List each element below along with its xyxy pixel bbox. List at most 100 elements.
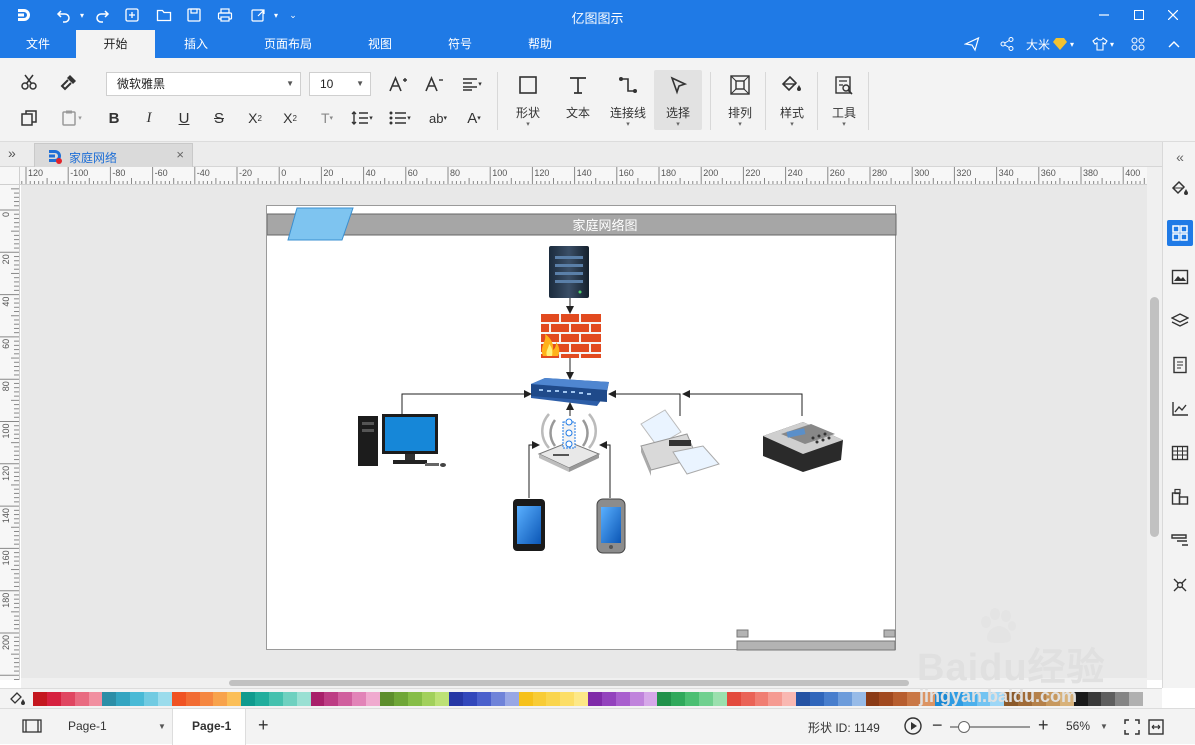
- color-swatch[interactable]: [130, 692, 144, 706]
- color-swatch[interactable]: [588, 692, 602, 706]
- document-tab[interactable]: 家庭网络 ×: [34, 143, 193, 167]
- connector-line[interactable]: [599, 441, 611, 498]
- connector-line[interactable]: [528, 441, 540, 498]
- table-panel-icon[interactable]: [1167, 440, 1193, 466]
- color-swatch[interactable]: [490, 692, 505, 706]
- color-swatch[interactable]: [241, 692, 255, 706]
- color-swatch[interactable]: [477, 692, 491, 706]
- color-swatch[interactable]: [574, 692, 588, 706]
- collapse-ribbon-icon[interactable]: [1164, 34, 1184, 54]
- connector-line[interactable]: [401, 390, 532, 415]
- italic-icon[interactable]: I: [137, 106, 161, 130]
- firewall-icon[interactable]: [541, 314, 601, 358]
- tab-page-layout[interactable]: 页面布局: [248, 30, 328, 58]
- copy-icon[interactable]: [17, 106, 41, 130]
- color-swatch[interactable]: [546, 692, 561, 706]
- bullet-list-icon[interactable]: ▾: [384, 106, 416, 130]
- color-swatch[interactable]: [157, 692, 172, 706]
- user-menu[interactable]: 大米 ▾: [1026, 34, 1086, 54]
- page-selector-dropdown-icon[interactable]: ▼: [158, 722, 166, 731]
- color-swatch[interactable]: [213, 692, 228, 706]
- line-spacing-icon[interactable]: ▾: [346, 106, 378, 130]
- text-case-icon[interactable]: T ▾: [311, 106, 343, 130]
- zoom-level[interactable]: 56%: [1066, 719, 1090, 733]
- drawing-canvas[interactable]: 家庭网络图: [21, 185, 1147, 678]
- fit-width-icon[interactable]: [1148, 719, 1164, 735]
- zoom-slider[interactable]: [950, 721, 1030, 733]
- fit-page-icon[interactable]: [1124, 719, 1140, 735]
- page-view-icon[interactable]: [22, 719, 42, 733]
- horizontal-scroll-thumb[interactable]: [229, 680, 909, 686]
- tools-button[interactable]: 工具 ▾: [820, 70, 868, 130]
- color-swatch[interactable]: [671, 692, 686, 706]
- share-icon[interactable]: [997, 34, 1017, 54]
- diagram-page[interactable]: 家庭网络图: [266, 205, 897, 651]
- collapse-panel-icon[interactable]: «: [1167, 144, 1193, 170]
- vertical-scrollbar[interactable]: [1147, 167, 1162, 680]
- tab-home[interactable]: 开始: [76, 30, 155, 58]
- minimize-button[interactable]: [1093, 4, 1115, 26]
- strikethrough-icon[interactable]: S: [207, 106, 231, 130]
- arrange-button[interactable]: 排列 ▾: [716, 70, 764, 130]
- color-swatch[interactable]: [227, 692, 242, 706]
- color-swatch[interactable]: [796, 692, 810, 706]
- color-swatch[interactable]: [782, 692, 797, 706]
- color-swatch[interactable]: [255, 692, 269, 706]
- zoom-in-icon[interactable]: +: [1038, 715, 1049, 736]
- color-swatch[interactable]: [366, 692, 380, 706]
- wireless-router-icon[interactable]: [537, 413, 601, 472]
- color-swatch[interactable]: [643, 692, 658, 706]
- close-window-button[interactable]: [1162, 4, 1184, 26]
- subscript-icon[interactable]: X2: [278, 106, 302, 130]
- text-highlight-icon[interactable]: ab ▾: [420, 106, 456, 130]
- align-text-icon[interactable]: ▾: [457, 72, 487, 96]
- printer-icon[interactable]: [640, 409, 720, 476]
- color-swatch[interactable]: [88, 692, 103, 706]
- network-switch-icon[interactable]: [531, 378, 609, 406]
- style-button[interactable]: 样式 ▾: [768, 70, 816, 130]
- color-swatch[interactable]: [851, 692, 866, 706]
- vertical-scroll-thumb[interactable]: [1150, 297, 1159, 537]
- color-swatch[interactable]: [379, 692, 394, 706]
- color-swatch[interactable]: [282, 692, 297, 706]
- color-swatch[interactable]: [421, 692, 436, 706]
- select-button[interactable]: 选择 ▾: [654, 70, 702, 130]
- underline-icon[interactable]: U: [172, 106, 196, 130]
- skin-icon[interactable]: ▾: [1088, 34, 1118, 54]
- color-swatch[interactable]: [601, 692, 616, 706]
- color-swatch[interactable]: [449, 692, 464, 706]
- connector-line[interactable]: [608, 390, 681, 416]
- organize-panel-icon[interactable]: [1167, 484, 1193, 510]
- zoom-out-icon[interactable]: −: [932, 715, 943, 736]
- color-swatch[interactable]: [310, 692, 325, 706]
- diagram-title[interactable]: 家庭网络图: [572, 218, 637, 233]
- library-panel-icon[interactable]: [1167, 220, 1193, 246]
- bold-icon[interactable]: B: [102, 106, 126, 130]
- title-parallelogram-shape[interactable]: [287, 207, 354, 241]
- color-swatch[interactable]: [60, 692, 75, 706]
- server-icon[interactable]: [549, 246, 589, 298]
- color-swatch[interactable]: [768, 692, 783, 706]
- color-swatch[interactable]: [823, 692, 838, 706]
- chart-panel-icon[interactable]: [1167, 396, 1193, 422]
- color-swatch[interactable]: [615, 692, 630, 706]
- color-swatch[interactable]: [865, 692, 880, 706]
- tab-help[interactable]: 帮助: [502, 30, 578, 58]
- color-swatch[interactable]: [171, 692, 186, 706]
- color-swatch[interactable]: [740, 692, 755, 706]
- color-swatch[interactable]: [393, 692, 408, 706]
- zoom-slider-thumb[interactable]: [958, 721, 970, 733]
- increase-font-icon[interactable]: [386, 72, 410, 96]
- color-swatch[interactable]: [102, 692, 117, 706]
- format-painter-icon[interactable]: [57, 70, 81, 94]
- font-size-select[interactable]: 10 ▼: [309, 72, 371, 96]
- zoom-dropdown-icon[interactable]: ▼: [1100, 722, 1108, 731]
- image-panel-icon[interactable]: [1167, 264, 1193, 290]
- color-swatch[interactable]: [324, 692, 339, 706]
- send-icon[interactable]: [962, 34, 982, 54]
- active-page-tab[interactable]: Page-1: [172, 709, 246, 745]
- page-panel-icon[interactable]: [1167, 352, 1193, 378]
- legend-table-shape[interactable]: [736, 629, 896, 651]
- mindmap-panel-icon[interactable]: [1167, 572, 1193, 598]
- color-swatch[interactable]: [754, 692, 769, 706]
